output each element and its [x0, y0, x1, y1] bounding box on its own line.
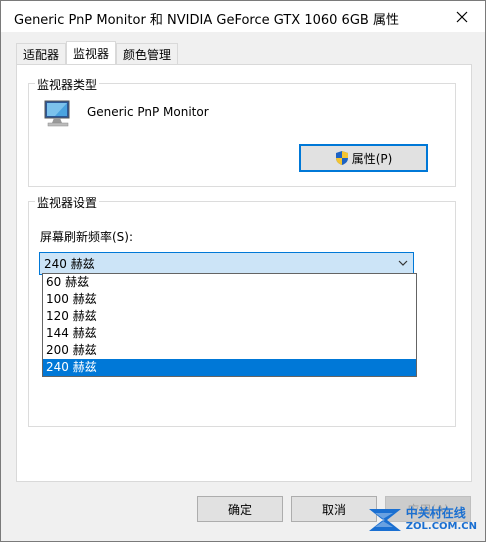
- properties-button-label: 属性(P): [351, 151, 393, 166]
- close-button[interactable]: [439, 1, 485, 32]
- dropdown-option[interactable]: 144 赫兹: [43, 325, 416, 342]
- zol-logo-icon: [368, 509, 401, 531]
- dropdown-option[interactable]: 100 赫兹: [43, 291, 416, 308]
- properties-button[interactable]: 属性(P): [299, 144, 428, 172]
- dropdown-option-selected[interactable]: 240 赫兹: [43, 359, 416, 376]
- chevron-down-icon: [398, 260, 408, 266]
- monitor-name: Generic PnP Monitor: [87, 105, 209, 119]
- title-bar[interactable]: Generic PnP Monitor 和 NVIDIA GeForce GTX…: [1, 1, 485, 32]
- window-title: Generic PnP Monitor 和 NVIDIA GeForce GTX…: [14, 13, 399, 28]
- monitor-settings-legend: 监视器设置: [35, 194, 100, 211]
- ok-button-label: 确定: [227, 502, 252, 517]
- properties-window: Generic PnP Monitor 和 NVIDIA GeForce GTX…: [0, 0, 486, 542]
- dropdown-option[interactable]: 120 赫兹: [43, 308, 416, 325]
- cancel-button-label: 取消: [321, 502, 346, 517]
- refresh-rate-value: 240 赫兹: [44, 257, 95, 271]
- watermark-url: ZOL.COM.CN: [405, 521, 477, 532]
- refresh-rate-select[interactable]: 240 赫兹: [39, 252, 414, 275]
- tab-strip: 适配器 监视器 颜色管理: [16, 41, 179, 64]
- monitor-type-group: 监视器类型 Generic PnP Monitor 属性(P): [28, 76, 456, 187]
- shield-icon: [335, 151, 348, 165]
- watermark-text: 中关村在线 ZOL.COM.CN: [406, 506, 477, 534]
- ok-button[interactable]: 确定: [197, 496, 283, 522]
- refresh-rate-dropdown: 60 赫兹 100 赫兹 120 赫兹 144 赫兹 200 赫兹 240 赫兹: [42, 273, 417, 377]
- monitor-type-legend: 监视器类型: [35, 76, 100, 93]
- cancel-button[interactable]: 取消: [291, 496, 377, 522]
- dropdown-option[interactable]: 200 赫兹: [43, 342, 416, 359]
- tab-color-management[interactable]: 颜色管理: [116, 43, 179, 64]
- tab-adapter[interactable]: 适配器: [16, 43, 67, 64]
- zol-watermark: 中关村在线 ZOL.COM.CN: [367, 505, 477, 535]
- monitor-icon: [44, 100, 70, 127]
- refresh-rate-label: 屏幕刷新频率(S):: [40, 230, 134, 244]
- watermark-cn: 中关村在线: [405, 506, 466, 520]
- tab-monitor[interactable]: 监视器: [66, 41, 117, 64]
- close-icon: [456, 11, 468, 22]
- dropdown-option[interactable]: 60 赫兹: [43, 274, 416, 291]
